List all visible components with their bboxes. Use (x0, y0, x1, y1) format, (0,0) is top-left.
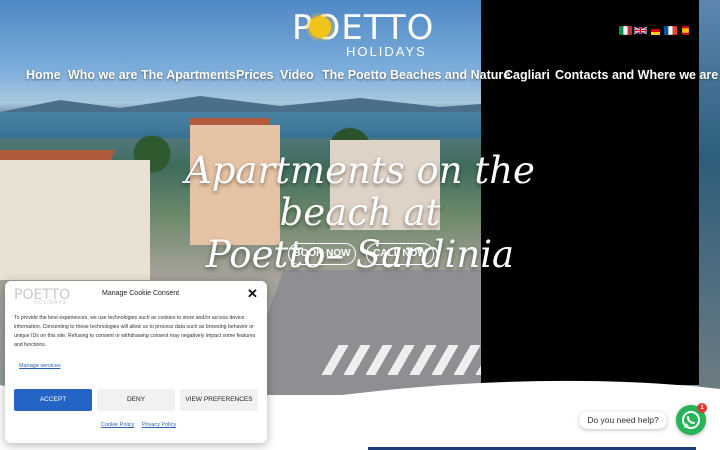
nav-item-video[interactable]: Video (280, 68, 314, 82)
cookie-description: To provide the best experiences, we use … (14, 315, 256, 348)
nav-item-who-we-are[interactable]: Who we are (68, 68, 137, 82)
nav-item-apartments[interactable]: The Apartments (141, 68, 236, 82)
cookie-policy-link[interactable]: Cookie Policy (101, 422, 134, 428)
hero-edge (699, 0, 720, 395)
italian-flag-icon[interactable] (619, 26, 632, 35)
nav-item-prices[interactable]: Prices (236, 68, 274, 82)
deny-button[interactable]: DENY (97, 389, 175, 411)
book-now-button[interactable]: BOOK NOW (288, 243, 356, 265)
accept-button[interactable]: ACCEPT (14, 389, 92, 411)
headline-line-1: Apartments on the beach at (185, 149, 535, 234)
nav-item-the-poetto[interactable]: The Poetto (322, 68, 387, 82)
manage-services-link[interactable]: Manage services (19, 363, 61, 369)
language-switcher (619, 26, 692, 35)
view-preferences-button[interactable]: VIEW PREFERENCES (180, 389, 258, 411)
site-logo[interactable]: POETTO HOLIDAYS (290, 6, 433, 59)
help-bubble[interactable]: Do you need help? (579, 412, 667, 429)
cookie-consent-dialog: POETTO HOLIDAYS Manage Cookie Consent ✕ … (5, 281, 267, 443)
german-flag-icon[interactable] (649, 26, 662, 35)
nav-item-contacts[interactable]: Contacts and Where we are (555, 68, 718, 82)
logo-sub: HOLIDAYS (346, 44, 427, 59)
main-nav: Home Who we are The Apartments Prices Vi… (0, 68, 720, 86)
spanish-flag-icon[interactable] (679, 26, 692, 35)
cookie-logo: POETTO HOLIDAYS (14, 287, 70, 307)
cookie-title: Manage Cookie Consent (102, 290, 180, 297)
hero-headline: Apartments on the beach at Poetto– Sardi… (140, 150, 580, 276)
french-flag-icon[interactable] (664, 26, 677, 35)
nav-item-beaches-nature[interactable]: Beaches and Nature (390, 68, 510, 82)
sun-icon (309, 16, 331, 38)
privacy-policy-link[interactable]: Privacy Policy (142, 422, 176, 428)
notification-badge: 1 (697, 403, 707, 413)
headline-line-2: Poetto– Sardinia (205, 233, 515, 276)
nav-item-home[interactable]: Home (26, 68, 61, 82)
close-icon[interactable]: ✕ (247, 286, 258, 302)
nav-item-cagliari[interactable]: Cagliari (504, 68, 550, 82)
building (0, 160, 150, 280)
call-now-button[interactable]: CALL NOW (366, 243, 434, 265)
cookie-policy-links: Cookie Policy Privacy Policy (101, 422, 182, 428)
whatsapp-button[interactable]: 1 (676, 403, 707, 435)
cookie-logo-sub: HOLIDAYS (34, 300, 67, 306)
uk-flag-icon[interactable] (634, 26, 647, 35)
